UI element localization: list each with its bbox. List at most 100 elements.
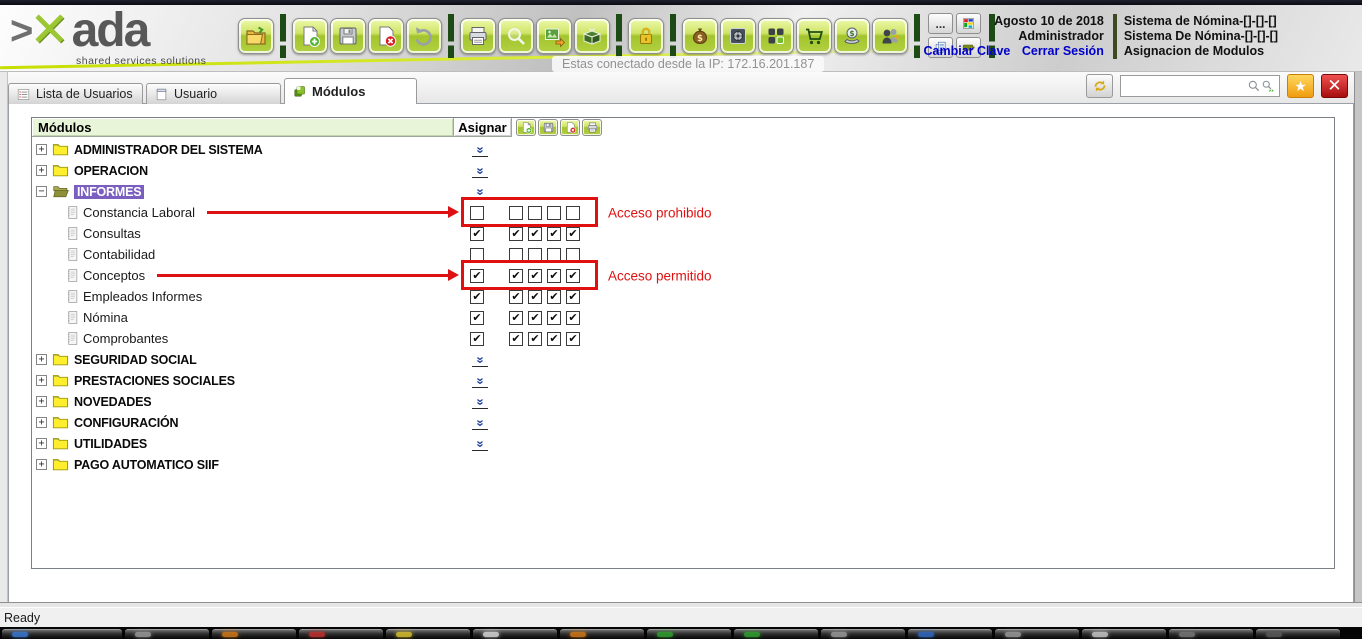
- search-input[interactable]: [1125, 79, 1247, 93]
- export-image-button[interactable]: [536, 18, 572, 54]
- assign-all-link[interactable]: «: [472, 393, 488, 409]
- checkbox-checked[interactable]: ✔: [566, 227, 580, 241]
- save-button[interactable]: [330, 18, 366, 54]
- tree-group-row[interactable]: +ADMINISTRADOR DEL SISTEMA«: [32, 139, 1334, 160]
- group-label[interactable]: UTILIDADES: [74, 437, 147, 451]
- tree-group-row[interactable]: −INFORMES«: [32, 181, 1334, 202]
- checkbox-checked[interactable]: ✔: [470, 332, 484, 346]
- checkbox-checked[interactable]: ✔: [470, 227, 484, 241]
- checkbox-checked[interactable]: ✔: [509, 227, 523, 241]
- tree-item-row[interactable]: Consultas✔✔✔✔✔: [32, 223, 1334, 244]
- open-folder-button[interactable]: [238, 18, 274, 54]
- delete-document-button[interactable]: [368, 18, 404, 54]
- tree-group-row[interactable]: + PRESTACIONES SOCIALES «: [32, 370, 1334, 391]
- checkbox-unchecked[interactable]: [566, 206, 580, 220]
- tab-usuario[interactable]: Usuario: [146, 83, 281, 104]
- group-label[interactable]: SEGURIDAD SOCIAL: [74, 353, 197, 367]
- print-button[interactable]: [460, 18, 496, 54]
- taskbar-item[interactable]: [821, 629, 905, 639]
- checkbox-unchecked[interactable]: [547, 248, 561, 262]
- checkbox-checked[interactable]: ✔: [566, 311, 580, 325]
- tree-group-row[interactable]: + OPERACION «: [32, 160, 1334, 181]
- undo-button[interactable]: [406, 18, 442, 54]
- taskbar-item[interactable]: [995, 629, 1079, 639]
- assign-all-link[interactable]: «: [472, 372, 488, 388]
- taskbar-item[interactable]: [1169, 629, 1253, 639]
- checkbox-unchecked[interactable]: [547, 206, 561, 220]
- hand-payment-button[interactable]: $: [834, 18, 870, 54]
- checkbox-checked[interactable]: ✔: [547, 332, 561, 346]
- taskbar-item[interactable]: [473, 629, 557, 639]
- group-label[interactable]: CONFIGURACIÓN: [74, 416, 178, 430]
- item-label[interactable]: Empleados Informes: [83, 289, 202, 304]
- group-label[interactable]: ADMINISTRADOR DEL SISTEMA: [74, 143, 263, 157]
- assign-all-link[interactable]: «: [472, 162, 488, 178]
- taskbar-item[interactable]: [386, 629, 470, 639]
- tree-item-row[interactable]: Comprobantes✔✔✔✔✔: [32, 328, 1334, 349]
- item-label[interactable]: Contabilidad: [83, 247, 155, 262]
- expand-toggle[interactable]: +: [36, 417, 47, 428]
- checkbox-checked[interactable]: ✔: [547, 290, 561, 304]
- tree-item-row[interactable]: Conceptos✔✔✔✔✔Acceso permitido: [32, 265, 1334, 286]
- search-next-icon[interactable]: [1261, 79, 1275, 93]
- search-icon[interactable]: [1247, 79, 1261, 93]
- tree-item-row[interactable]: Constancia LaboralAcceso prohibido: [32, 202, 1334, 223]
- checkbox-checked[interactable]: ✔: [528, 311, 542, 325]
- taskbar-item[interactable]: [125, 629, 209, 639]
- taskbar-item[interactable]: [212, 629, 296, 639]
- checkbox-unchecked[interactable]: [509, 248, 523, 262]
- checkbox-unchecked[interactable]: [470, 206, 484, 220]
- new-document-mini-button[interactable]: [516, 119, 536, 136]
- lock-button[interactable]: [628, 18, 664, 54]
- item-label[interactable]: Comprobantes: [83, 331, 168, 346]
- assign-all-link[interactable]: «: [472, 351, 488, 367]
- taskbar-item[interactable]: [1256, 629, 1340, 639]
- tree-group-row[interactable]: +NOVEDADES«: [32, 391, 1334, 412]
- group-label[interactable]: INFORMES: [74, 185, 144, 199]
- favorite-button[interactable]: ★: [1287, 74, 1314, 98]
- checkbox-checked[interactable]: ✔: [509, 269, 523, 283]
- expand-toggle[interactable]: +: [36, 438, 47, 449]
- taskbar-item[interactable]: [560, 629, 644, 639]
- checkbox-checked[interactable]: ✔: [528, 332, 542, 346]
- checkbox-unchecked[interactable]: [470, 248, 484, 262]
- tab-módulos[interactable]: Módulos: [284, 78, 417, 104]
- checkbox-checked[interactable]: ✔: [528, 290, 542, 304]
- new-document-button[interactable]: [292, 18, 328, 54]
- assign-all-link[interactable]: «: [472, 435, 488, 451]
- logout-link[interactable]: Cerrar Sesión: [1022, 44, 1104, 58]
- expand-toggle[interactable]: +: [36, 165, 47, 176]
- search-button[interactable]: [498, 18, 534, 54]
- tab-lista-de-usuarios[interactable]: Lista de Usuarios: [8, 83, 143, 104]
- tree-group-row[interactable]: + CONFIGURACIÓN «: [32, 412, 1334, 433]
- money-bag-button[interactable]: $: [682, 18, 718, 54]
- checkbox-checked[interactable]: ✔: [470, 311, 484, 325]
- tree-group-row[interactable]: + UTILIDADES «: [32, 433, 1334, 454]
- group-label[interactable]: PAGO AUTOMATICO SIIF: [74, 458, 219, 472]
- expand-toggle[interactable]: +: [36, 396, 47, 407]
- collapse-toggle[interactable]: −: [36, 186, 47, 197]
- checkbox-checked[interactable]: ✔: [547, 311, 561, 325]
- checkbox-checked[interactable]: ✔: [566, 332, 580, 346]
- checkbox-unchecked[interactable]: [566, 248, 580, 262]
- archive-box-button[interactable]: [574, 18, 610, 54]
- item-label[interactable]: Consultas: [83, 226, 141, 241]
- checkbox-checked[interactable]: ✔: [566, 269, 580, 283]
- expand-toggle[interactable]: +: [36, 375, 47, 386]
- taskbar-item[interactable]: [1082, 629, 1166, 639]
- item-label[interactable]: Constancia Laboral: [83, 205, 195, 220]
- group-label[interactable]: PRESTACIONES SOCIALES: [74, 374, 235, 388]
- item-label[interactable]: Nómina: [83, 310, 128, 325]
- refresh-button[interactable]: [1086, 74, 1113, 98]
- close-tab-button[interactable]: ✕: [1321, 74, 1348, 98]
- users-button[interactable]: [872, 18, 908, 54]
- checkbox-checked[interactable]: ✔: [470, 290, 484, 304]
- checkbox-checked[interactable]: ✔: [547, 227, 561, 241]
- expand-toggle[interactable]: +: [36, 459, 47, 470]
- group-label[interactable]: OPERACION: [74, 164, 148, 178]
- taskbar-item[interactable]: [299, 629, 383, 639]
- shopping-cart-button[interactable]: [796, 18, 832, 54]
- print-mini-button[interactable]: [582, 119, 602, 136]
- assign-all-link[interactable]: «: [472, 414, 488, 430]
- checkbox-unchecked[interactable]: [528, 248, 542, 262]
